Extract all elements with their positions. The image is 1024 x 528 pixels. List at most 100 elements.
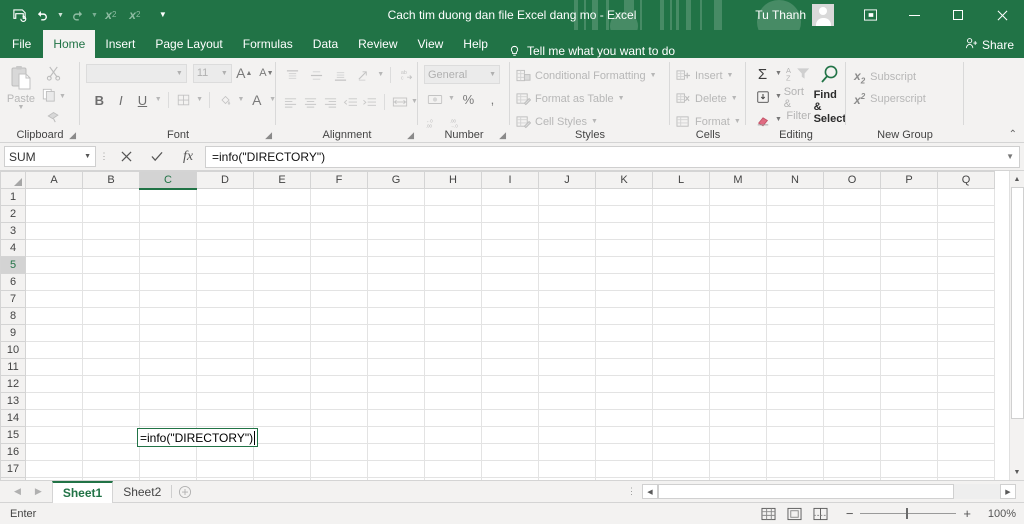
cell-P3[interactable] xyxy=(881,223,938,240)
cell-F6[interactable] xyxy=(311,274,368,291)
maximize-button[interactable] xyxy=(936,0,980,30)
horizontal-scroll-track[interactable] xyxy=(954,484,1000,499)
cell-J11[interactable] xyxy=(539,359,596,376)
cell-P10[interactable] xyxy=(881,342,938,359)
row-header-4[interactable]: 4 xyxy=(1,240,26,257)
formula-bar-grip[interactable]: ⋮ xyxy=(99,152,109,161)
zoom-slider-thumb[interactable] xyxy=(906,508,908,519)
cell-L2[interactable] xyxy=(653,206,710,223)
save-icon[interactable] xyxy=(8,3,30,27)
zoom-level-label[interactable]: 100% xyxy=(978,508,1016,520)
cell-B14[interactable] xyxy=(83,410,140,427)
cell-H6[interactable] xyxy=(425,274,482,291)
cell-G11[interactable] xyxy=(368,359,425,376)
cell-K5[interactable] xyxy=(596,257,653,274)
sheet-next-icon[interactable]: ▶ xyxy=(35,486,42,497)
cell-I5[interactable] xyxy=(482,257,539,274)
cell-L3[interactable] xyxy=(653,223,710,240)
cell-K15[interactable] xyxy=(596,427,653,444)
cell-A16[interactable] xyxy=(26,444,83,461)
cell-A4[interactable] xyxy=(26,240,83,257)
row-header-12[interactable]: 12 xyxy=(1,376,26,393)
cell-L14[interactable] xyxy=(653,410,710,427)
hscroll-left-button[interactable]: ◀ xyxy=(642,484,658,499)
cell-D11[interactable] xyxy=(197,359,254,376)
cell-M10[interactable] xyxy=(710,342,767,359)
cell-K10[interactable] xyxy=(596,342,653,359)
tab-data[interactable]: Data xyxy=(303,30,348,58)
cell-A14[interactable] xyxy=(26,410,83,427)
cell-B6[interactable] xyxy=(83,274,140,291)
cell-B4[interactable] xyxy=(83,240,140,257)
tab-help[interactable]: Help xyxy=(453,30,498,58)
zoom-out-button[interactable]: − xyxy=(846,506,854,521)
column-header-B[interactable]: B xyxy=(83,172,140,189)
cell-D10[interactable] xyxy=(197,342,254,359)
sheet-tab-sheet2[interactable]: Sheet2 xyxy=(113,481,171,503)
cell-J15[interactable] xyxy=(539,427,596,444)
cell-K16[interactable] xyxy=(596,444,653,461)
cell-J6[interactable] xyxy=(539,274,596,291)
cell-D6[interactable] xyxy=(197,274,254,291)
cell-O8[interactable] xyxy=(824,308,881,325)
undo-icon[interactable] xyxy=(32,3,54,27)
cell-D7[interactable] xyxy=(197,291,254,308)
cell-B13[interactable] xyxy=(83,393,140,410)
column-header-J[interactable]: J xyxy=(539,172,596,189)
cell-N8[interactable] xyxy=(767,308,824,325)
cell-C2[interactable] xyxy=(140,206,197,223)
cell-G6[interactable] xyxy=(368,274,425,291)
cell-J7[interactable] xyxy=(539,291,596,308)
cell-Q3[interactable] xyxy=(938,223,995,240)
column-header-H[interactable]: H xyxy=(425,172,482,189)
cell-Q1[interactable] xyxy=(938,189,995,206)
cell-A11[interactable] xyxy=(26,359,83,376)
cell-O6[interactable] xyxy=(824,274,881,291)
cell-I7[interactable] xyxy=(482,291,539,308)
cell-N7[interactable] xyxy=(767,291,824,308)
column-header-I[interactable]: I xyxy=(482,172,539,189)
cell-N12[interactable] xyxy=(767,376,824,393)
column-header-P[interactable]: P xyxy=(881,172,938,189)
cell-I2[interactable] xyxy=(482,206,539,223)
cell-A1[interactable] xyxy=(26,189,83,206)
cell-A17[interactable] xyxy=(26,461,83,478)
column-header-L[interactable]: L xyxy=(653,172,710,189)
cell-P13[interactable] xyxy=(881,393,938,410)
cell-M17[interactable] xyxy=(710,461,767,478)
expand-formula-bar-icon[interactable]: ▼ xyxy=(1006,152,1014,161)
cell-D2[interactable] xyxy=(197,206,254,223)
cell-N17[interactable] xyxy=(767,461,824,478)
cell-E7[interactable] xyxy=(254,291,311,308)
cell-D13[interactable] xyxy=(197,393,254,410)
cell-Q17[interactable] xyxy=(938,461,995,478)
cell-E13[interactable] xyxy=(254,393,311,410)
cell-P17[interactable] xyxy=(881,461,938,478)
cell-N16[interactable] xyxy=(767,444,824,461)
row-header-11[interactable]: 11 xyxy=(1,359,26,376)
cell-P6[interactable] xyxy=(881,274,938,291)
zoom-slider[interactable] xyxy=(860,508,956,520)
cell-H15[interactable] xyxy=(425,427,482,444)
row-header-8[interactable]: 8 xyxy=(1,308,26,325)
cell-M15[interactable] xyxy=(710,427,767,444)
cell-K3[interactable] xyxy=(596,223,653,240)
cell-O15[interactable] xyxy=(824,427,881,444)
cell-A9[interactable] xyxy=(26,325,83,342)
cell-J5[interactable] xyxy=(539,257,596,274)
hscroll-right-button[interactable]: ▶ xyxy=(1000,484,1016,499)
cell-A2[interactable] xyxy=(26,206,83,223)
cell-L6[interactable] xyxy=(653,274,710,291)
cell-K1[interactable] xyxy=(596,189,653,206)
cell-Q11[interactable] xyxy=(938,359,995,376)
cell-G17[interactable] xyxy=(368,461,425,478)
cell-C7[interactable] xyxy=(140,291,197,308)
row-header-15[interactable]: 15 xyxy=(1,427,26,444)
cell-N9[interactable] xyxy=(767,325,824,342)
cell-P7[interactable] xyxy=(881,291,938,308)
cell-B15[interactable] xyxy=(83,427,140,444)
cell-G3[interactable] xyxy=(368,223,425,240)
cell-M1[interactable] xyxy=(710,189,767,206)
row-header-2[interactable]: 2 xyxy=(1,206,26,223)
cell-K6[interactable] xyxy=(596,274,653,291)
